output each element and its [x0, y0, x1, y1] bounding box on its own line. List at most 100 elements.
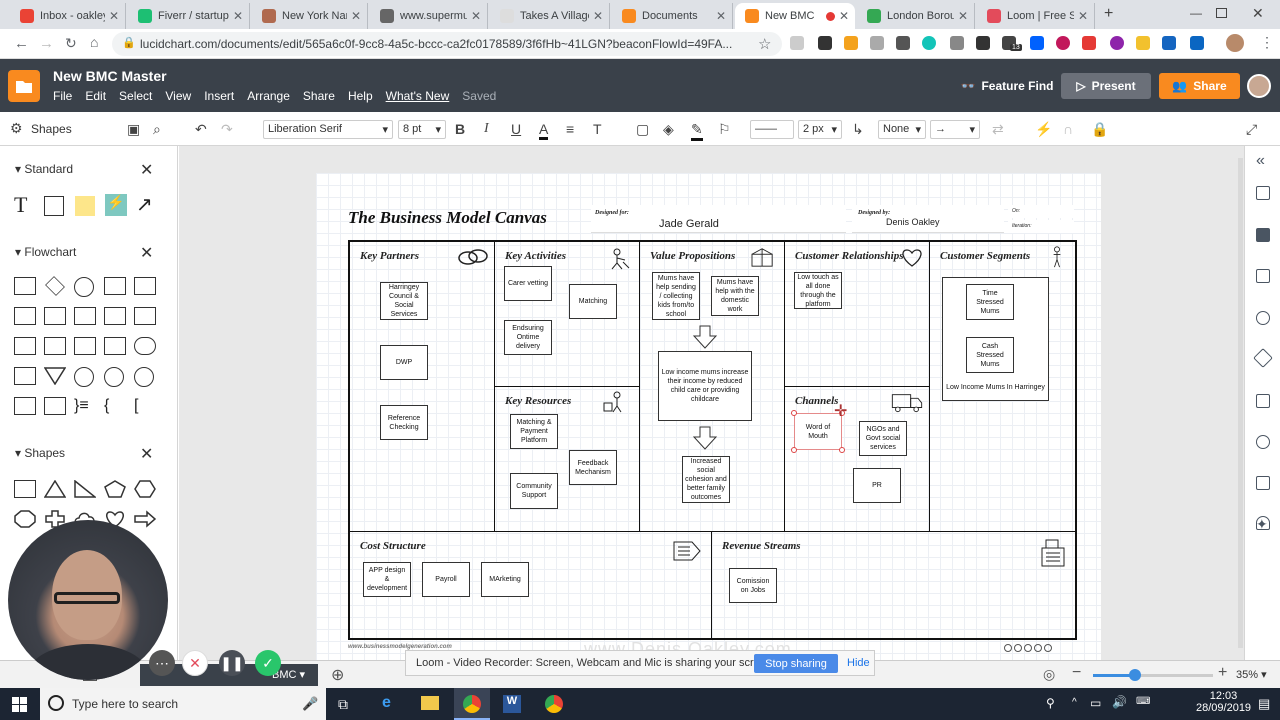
menu-edit[interactable]: Edit [85, 89, 106, 103]
document-shape-icon[interactable] [134, 277, 156, 295]
line-style-select[interactable]: —— [750, 120, 794, 139]
shapes-panel-label[interactable]: Shapes [31, 122, 72, 136]
close-icon[interactable]: ✕ [140, 243, 153, 263]
share-button[interactable]: 👥 Share [1159, 73, 1240, 99]
connector-icon[interactable]: ↳ [852, 121, 864, 138]
extension-icon[interactable] [1082, 36, 1096, 50]
pentagon-shape-icon[interactable] [104, 480, 126, 498]
search-icon[interactable]: ⌕ [153, 121, 161, 138]
bracket-icon[interactable]: [ [134, 397, 156, 415]
close-tab-icon[interactable]: ✕ [347, 9, 361, 23]
extension-icon[interactable] [790, 36, 804, 50]
down-arrow-icon[interactable] [692, 426, 718, 450]
selection-handle[interactable] [791, 410, 797, 416]
right-triangle-icon[interactable] [74, 479, 98, 498]
section-flowchart[interactable]: ▾ Flowchart [15, 245, 76, 259]
text-options-icon[interactable]: T [593, 121, 602, 137]
close-tab-icon[interactable]: ✕ [712, 9, 726, 23]
chat-bubble-icon[interactable] [1256, 435, 1270, 449]
profile-avatar[interactable] [1226, 34, 1244, 52]
paper-tape-icon[interactable] [74, 337, 96, 355]
predefined-process-icon[interactable] [104, 277, 126, 295]
rectangle-shape-icon[interactable] [44, 196, 64, 216]
url-field[interactable]: 🔒 lucidchart.com/documents/edit/565a6c0f… [112, 32, 782, 56]
note-key-partner[interactable]: DWP [380, 345, 428, 380]
extension-icon[interactable] [950, 36, 964, 50]
word-icon[interactable]: W [503, 695, 521, 713]
close-icon[interactable]: ✕ [140, 160, 153, 180]
bold-icon[interactable]: B [455, 121, 465, 137]
display-shape-icon[interactable] [14, 367, 36, 385]
lightning-icon[interactable]: ⚡ [1035, 121, 1052, 138]
lightning-shape-icon[interactable]: ⚡ [105, 194, 127, 216]
menu-whats-new[interactable]: What's New [386, 89, 450, 103]
hexagon-shape-icon[interactable] [134, 480, 156, 498]
zoom-slider[interactable] [1093, 669, 1213, 681]
sticky-note-icon[interactable] [75, 196, 95, 216]
note-customer-relationship[interactable]: Low touch as all done through the platfo… [794, 272, 842, 309]
data-shape-icon[interactable] [44, 307, 66, 325]
note-revenue[interactable]: Comission on Jobs [729, 568, 777, 603]
format-icon[interactable] [1256, 476, 1270, 490]
connector-shape-icon[interactable] [74, 367, 94, 387]
undo-icon[interactable]: ↶ [195, 121, 207, 138]
or-shape-icon[interactable] [104, 367, 124, 387]
designed-for-box[interactable]: Designed for: Jade Gerald [591, 205, 846, 233]
browser-tab[interactable]: Inbox - oakley ✕ [10, 3, 126, 29]
decision-shape-icon[interactable] [45, 276, 65, 296]
extension-icon[interactable] [976, 36, 990, 50]
collapse-dock-icon[interactable]: « [1256, 152, 1265, 170]
zoom-in-icon[interactable]: + [1218, 664, 1227, 682]
database-shape-icon[interactable] [134, 307, 156, 325]
show-hidden-icons[interactable]: ^ [1072, 697, 1077, 708]
arrow-line-icon[interactable]: ↗ [136, 192, 153, 217]
lock-icon[interactable]: 🔒 [1091, 121, 1108, 138]
navigate-icon[interactable]: ◎ [1043, 666, 1055, 683]
note-channel[interactable]: NGOs and Govt social services [859, 421, 907, 456]
data-link-icon[interactable] [1256, 394, 1270, 408]
new-tab-button[interactable]: + [1104, 5, 1113, 23]
layers-icon[interactable] [1253, 348, 1273, 368]
history-clock-icon[interactable] [1256, 311, 1270, 325]
redo-icon[interactable]: ↷ [221, 121, 233, 138]
note-key-resource[interactable]: Feedback Mechanism [569, 450, 617, 485]
shape-border-icon[interactable]: ▢ [636, 121, 649, 138]
extension-icon[interactable] [818, 36, 832, 50]
close-icon[interactable]: ✕ [140, 444, 153, 464]
close-tab-icon[interactable]: ✕ [835, 9, 849, 23]
fullscreen-icon[interactable]: ⤢ [1246, 121, 1257, 138]
extension-icon[interactable] [922, 36, 936, 50]
browser-tab[interactable]: Loom | Free Sc✕ [977, 3, 1095, 29]
zoom-level[interactable]: 35% ▾ [1236, 668, 1267, 681]
chrome-icon[interactable] [545, 695, 563, 713]
lucidchart-logo[interactable] [8, 70, 40, 102]
webcam-bubble[interactable] [8, 520, 168, 680]
off-page-connector-icon[interactable] [44, 397, 66, 415]
section-shapes[interactable]: ▾ Shapes [15, 446, 65, 460]
line-width-select[interactable]: 2 px ▾ [798, 120, 842, 139]
arrow-start-select[interactable]: None ▾ [878, 120, 926, 139]
menu-file[interactable]: File [53, 89, 72, 103]
presentation-icon[interactable] [1256, 269, 1270, 283]
browser-menu-icon[interactable]: ⋮ [1260, 34, 1274, 51]
stop-sharing-button[interactable]: Stop sharing [754, 654, 838, 673]
block-channels[interactable]: Channels [784, 386, 930, 532]
bookmark-star-icon[interactable]: ☆ [758, 35, 771, 53]
note-customer-segment[interactable]: Cash Stressed Mums [966, 337, 1014, 373]
magnet-icon[interactable]: ∩ [1063, 121, 1073, 137]
extension-icon[interactable] [896, 36, 910, 50]
internal-storage-icon[interactable] [44, 337, 66, 355]
browser-tab[interactable]: New BMC ✕ [735, 3, 855, 29]
hexagon-shape-icon[interactable] [14, 397, 36, 415]
note-key-resource[interactable]: Matching & Payment Platform [510, 414, 558, 449]
note-key-partner[interactable]: Reference Checking [380, 405, 428, 440]
extension-icon[interactable] [1136, 36, 1150, 50]
windows-start-icon[interactable] [12, 697, 27, 712]
maximize-window-icon[interactable] [1216, 8, 1227, 18]
add-page-icon[interactable]: ⊕ [331, 665, 344, 685]
extension-icon[interactable] [1190, 36, 1204, 50]
close-tab-icon[interactable]: ✕ [229, 9, 243, 23]
hide-button[interactable]: Hide [847, 657, 870, 669]
feature-find-button[interactable]: 👓 Feature Find [960, 73, 1054, 99]
terminator-shape-icon[interactable] [74, 277, 94, 297]
